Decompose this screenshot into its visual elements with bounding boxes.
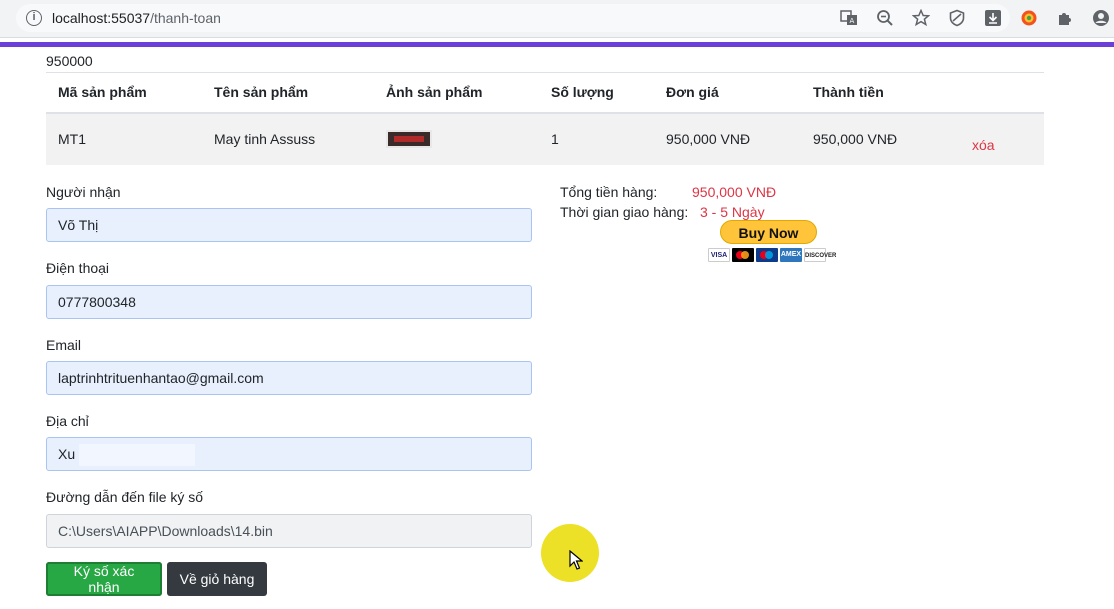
amex-card-icon: AMEX xyxy=(780,248,802,262)
discover-card-icon: DISCOVER xyxy=(804,248,836,262)
cell-product-name: May tinh Assuss xyxy=(202,112,374,165)
mastercard-icon xyxy=(732,248,754,262)
browser-actions: A xyxy=(826,5,1114,31)
maestro-icon xyxy=(756,248,778,262)
cell-product-image xyxy=(374,112,539,165)
header-product-name: Tên sản phẩm xyxy=(202,72,374,114)
cell-actions: xóa xyxy=(960,112,1044,165)
header-product-code: Mã sản phẩm xyxy=(46,72,202,114)
phone-input[interactable]: 0777800348 xyxy=(46,285,532,319)
star-icon[interactable] xyxy=(908,5,934,31)
puzzle-icon[interactable] xyxy=(1052,5,1078,31)
header-product-image: Ảnh sản phẩm xyxy=(374,72,539,114)
header-line-total: Thành tiền xyxy=(801,72,960,114)
email-input[interactable]: laptrinhtrituenhantao@gmail.com xyxy=(46,361,532,395)
cell-product-code: MT1 xyxy=(46,112,202,165)
extension-colorful-icon[interactable] xyxy=(1016,5,1042,31)
header-actions xyxy=(960,72,1044,114)
cell-line-total: 950,000 VNĐ xyxy=(801,112,960,165)
file-path-label: Đường dẫn đến file ký số xyxy=(46,489,204,505)
zoom-out-icon[interactable] xyxy=(872,5,898,31)
visa-card-icon: VISA xyxy=(708,248,730,262)
delivery-label: Thời gian giao hàng: xyxy=(560,204,689,220)
header-unit-price: Đơn giá xyxy=(654,72,801,114)
cell-unit-price: 950,000 VNĐ xyxy=(654,112,801,165)
profile-icon[interactable] xyxy=(1088,5,1114,31)
url-text[interactable]: localhost:55037/thanh-toan xyxy=(52,10,221,26)
delivery-value: 3 - 5 Ngày xyxy=(700,204,765,220)
back-to-cart-button[interactable]: Về giỏ hàng xyxy=(167,562,267,596)
address-value: Xu xyxy=(58,446,76,462)
table-row: MT1 May tinh Assuss 1 950,000 VNĐ 950,00… xyxy=(46,112,1044,165)
translate-icon[interactable]: A xyxy=(836,5,862,31)
download-icon[interactable] xyxy=(980,5,1006,31)
address-label: Địa chỉ xyxy=(46,413,89,429)
recipient-input[interactable]: Võ Thị xyxy=(46,208,532,242)
address-input[interactable]: Xu xyxy=(46,437,532,471)
file-path-input[interactable]: C:\Users\AIAPP\Downloads\14.bin xyxy=(46,514,532,548)
delete-item-link[interactable]: xóa xyxy=(972,137,995,153)
table-header-row: Mã sản phẩm Tên sản phẩm Ảnh sản phẩm Số… xyxy=(46,72,1044,114)
mouse-cursor-icon xyxy=(569,550,583,570)
cell-quantity: 1 xyxy=(539,112,654,165)
total-value: 950,000 VNĐ xyxy=(692,184,777,200)
cart-table: Mã sản phẩm Tên sản phẩm Ảnh sản phẩm Số… xyxy=(46,72,1044,165)
browser-toolbar: i localhost:55037/thanh-toan A xyxy=(0,0,1114,38)
recipient-label: Người nhận xyxy=(46,184,121,200)
phone-label: Điện thoại xyxy=(46,260,110,276)
email-label: Email xyxy=(46,337,82,353)
payment-cards: VISA AMEX DISCOVER xyxy=(708,248,836,262)
svg-text:A: A xyxy=(850,17,855,25)
sign-confirm-button[interactable]: Ký số xác nhận xyxy=(46,562,162,596)
page-loading-bar xyxy=(0,42,1114,47)
total-raw-value: 950000 xyxy=(46,53,93,69)
header-quantity: Số lượng xyxy=(539,72,654,114)
redacted-area xyxy=(79,444,196,467)
product-thumbnail xyxy=(386,130,432,149)
cart-table-container: Mã sản phẩm Tên sản phẩm Ảnh sản phẩm Số… xyxy=(46,72,1044,165)
buy-now-button[interactable]: Buy Now xyxy=(720,220,817,244)
shield-icon[interactable] xyxy=(944,5,970,31)
total-label: Tổng tiền hàng: xyxy=(560,184,658,200)
info-icon[interactable]: i xyxy=(26,10,42,26)
